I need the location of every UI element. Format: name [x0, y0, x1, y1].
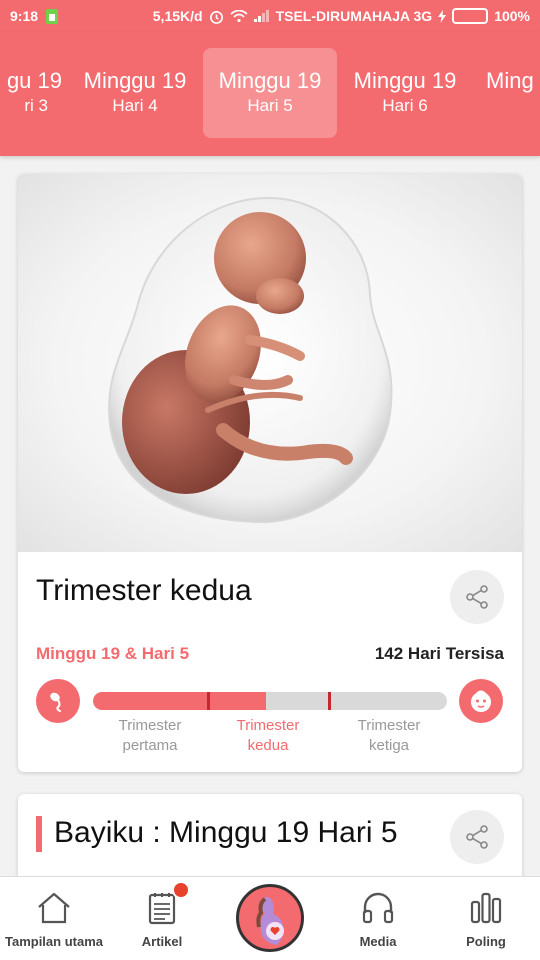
day-tab-week: Minggu 19: [218, 68, 322, 93]
pregnancy-progress-card: Trimester kedua Minggu 19 & Hari 5 142 H…: [18, 174, 522, 772]
day-tab[interactable]: gu 19 ri 3: [0, 48, 70, 138]
poll-icon: [470, 892, 502, 924]
day-tab-active[interactable]: Minggu 19 Hari 5: [203, 48, 337, 138]
carrier-name: TSEL-DIRUMAHAJA 3G: [275, 8, 433, 24]
day-tab-week: Minggu 19: [353, 68, 457, 93]
sperm-icon: [36, 679, 80, 723]
nav-label: Poling: [466, 934, 506, 949]
nav-home[interactable]: Tampilan utama: [0, 877, 108, 960]
trimester-progress-bar: [93, 692, 447, 710]
day-tab[interactable]: Minggu 19 Hari 4: [68, 48, 202, 138]
baby-week-title: Bayiku : Minggu 19 Hari 5: [54, 816, 398, 849]
notification-badge: [172, 881, 190, 899]
share-icon: [466, 585, 488, 609]
days-remaining: 142 Hari Tersisa: [374, 644, 504, 663]
nav-poll[interactable]: Poling: [432, 877, 540, 960]
nav-label: Tampilan utama: [4, 934, 103, 949]
trimester-title: Trimester kedua: [36, 574, 252, 607]
day-tab-day: Hari 6: [382, 96, 428, 115]
trimester-label-line: pertama: [122, 737, 178, 754]
headphones-icon: [362, 892, 394, 924]
status-bar: 9:18 5,15K/d TSEL-DIRUMAHAJA 3G 100%: [0, 0, 540, 32]
section-accent-bar: [36, 816, 42, 852]
trimester-label-line: Trimester: [357, 717, 421, 734]
status-time: 9:18: [10, 8, 39, 24]
sim-icon: [46, 8, 59, 24]
pregnancy-center-button[interactable]: [236, 884, 304, 952]
day-tab-week: Ming: [486, 68, 534, 93]
week-day-label: Minggu 19 & Hari 5: [36, 644, 190, 663]
home-icon: [38, 892, 70, 924]
day-tabs-header: gu 19 ri 3 Minggu 19 Hari 4 Minggu 19 Ha…: [0, 32, 540, 156]
battery-percent: 100%: [494, 8, 530, 24]
day-tab-day: ri 3: [24, 96, 48, 115]
baby-icon: [459, 679, 503, 723]
trimester-label-line: Trimester: [118, 717, 182, 734]
day-tab-week: gu 19: [6, 68, 62, 93]
day-tab[interactable]: Minggu 19 Hari 6: [338, 48, 472, 138]
trimester-label-line: Trimester: [236, 717, 300, 734]
signal-icon: [253, 10, 269, 22]
trimester-label-line: ketiga: [368, 737, 410, 754]
battery-icon: [452, 8, 489, 24]
nav-article[interactable]: Artikel: [108, 877, 216, 960]
share-button[interactable]: [450, 570, 504, 624]
pregnancy-icon: [256, 897, 284, 945]
trimester-divider: [328, 692, 331, 710]
fetus-image: [18, 174, 522, 552]
alarm-icon: [209, 10, 223, 24]
trimester-label-second: Trimester kedua: [208, 716, 328, 756]
network-speed: 5,15K/d: [152, 8, 203, 24]
trimester-label-line: kedua: [247, 737, 289, 754]
share-button[interactable]: [450, 810, 504, 864]
wifi-icon: [229, 10, 248, 22]
day-tab-day: Hari 5: [247, 96, 293, 115]
nav-label: Artikel: [141, 934, 183, 949]
nav-label: Media: [359, 934, 397, 949]
trimester-label-third: Trimester ketiga: [329, 716, 449, 756]
trimester-label-first: Trimester pertama: [90, 716, 210, 756]
nav-media[interactable]: Media: [324, 877, 432, 960]
day-tab[interactable]: Ming: [486, 48, 540, 138]
share-icon: [466, 825, 488, 849]
trimester-divider: [207, 692, 210, 710]
day-tab-week: Minggu 19: [83, 68, 187, 93]
progress-fill: [93, 692, 267, 710]
charging-icon: [438, 9, 447, 23]
day-tab-day: Hari 4: [112, 96, 158, 115]
